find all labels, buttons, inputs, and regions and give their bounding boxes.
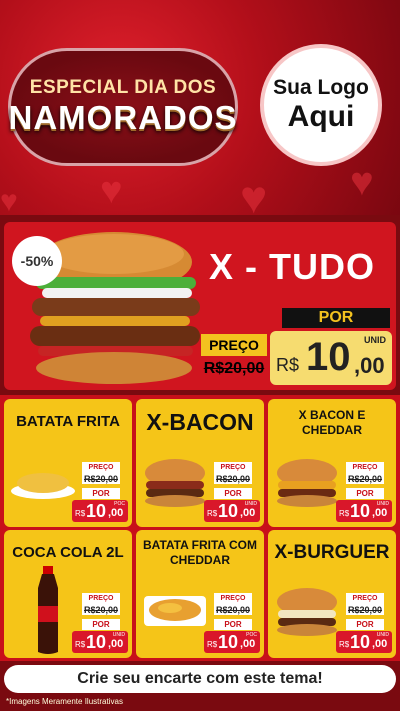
header-banner: ♥ ♥ ♥ ♥ ♥ ♥ ESPECIAL DIA DOS NAMORADOS S… (0, 0, 400, 215)
burger-image (277, 588, 337, 636)
heart-icon: ♥ (0, 185, 18, 215)
unit-label: UNID (376, 501, 389, 507)
preco-label: PREÇO (82, 593, 120, 604)
product-name: X-BACON (146, 409, 254, 435)
unit-label: POC (246, 632, 257, 638)
currency: R$ (207, 509, 218, 518)
featured-preco-label: PREÇO (201, 334, 267, 356)
currency: R$ (75, 640, 86, 649)
preco-label: PREÇO (346, 462, 384, 473)
old-price: R$20,00 (82, 604, 120, 615)
old-price: R$20,00 (82, 473, 120, 484)
product-card: BATATA FRITA PREÇO R$20,00 POR R$ 10 ,00… (4, 399, 132, 527)
unit-label: UNID (376, 632, 389, 638)
title-badge: ESPECIAL DIA DOS NAMORADOS (8, 48, 238, 166)
featured-product: -50% X - TUDO PREÇO R$20,00 POR R$ 10 ,0… (4, 222, 396, 390)
unit-label: UNID (364, 335, 386, 345)
old-price: R$20,00 (214, 473, 252, 484)
unit-label: UNID (112, 632, 125, 638)
price-decimal: ,00 (108, 507, 124, 519)
price-tag: R$ 10 ,00 POC (72, 500, 128, 522)
por-label: POR (82, 488, 120, 499)
price-integer: 10 (218, 632, 239, 652)
price-integer: 10 (86, 501, 107, 521)
discount-badge: -50% (12, 236, 62, 286)
price-integer: 10 (306, 335, 351, 379)
product-card: X BACON E CHEDDAR PREÇO R$20,00 POR R$ 1… (268, 399, 396, 527)
price-integer: 10 (350, 501, 371, 521)
preco-label: PREÇO (82, 462, 120, 473)
price-integer: 10 (86, 632, 107, 652)
unit-label: UNID (244, 501, 257, 507)
price-tag: R$ 10 ,00 UNID (336, 631, 392, 653)
product-name: BATATA FRITA COM CHEDDAR (143, 538, 257, 567)
price-decimal: ,00 (372, 638, 388, 650)
burger-image (277, 459, 337, 507)
currency: R$ (276, 355, 300, 375)
price-tag: R$ 10 ,00 UNID (336, 500, 392, 522)
preco-label: PREÇO (214, 593, 252, 604)
price-tag: R$ 10 ,00 UNID (204, 500, 260, 522)
currency: R$ (339, 509, 350, 518)
title-line2: NAMORADOS (8, 99, 238, 136)
por-label: POR (346, 488, 384, 499)
product-card: X-BURGUER PREÇO R$20,00 POR R$ 10 ,00 UN… (268, 530, 396, 658)
product-name: COCA COLA 2L (12, 544, 124, 561)
product-card: COCA COLA 2L PREÇO R$20,00 POR R$ 10 ,00… (4, 530, 132, 658)
heart-icon: ♥ (100, 170, 123, 212)
featured-price: R$ 10 ,00 UNID (270, 331, 392, 385)
soda-bottle-image (38, 566, 58, 654)
price-decimal: ,00 (240, 507, 256, 519)
featured-name: X - TUDO (209, 246, 375, 287)
old-price: R$20,00 (346, 473, 384, 484)
old-price: R$20,00 (214, 604, 252, 615)
por-label: POR (214, 619, 252, 630)
product-name: X-BURGUER (274, 542, 390, 563)
price-decimal: ,00 (108, 638, 124, 650)
price-tag: R$ 10 ,00 UNID (72, 631, 128, 653)
featured-old-price: R$20,00 (203, 360, 265, 377)
currency: R$ (207, 640, 218, 649)
currency: R$ (75, 509, 86, 518)
featured-por-label: POR (282, 308, 390, 328)
unit-label: POC (114, 501, 125, 507)
old-price: R$20,00 (346, 604, 384, 615)
preco-label: PREÇO (346, 593, 384, 604)
disclaimer-text: *Imagens Meramente Ilustrativas (6, 697, 123, 706)
product-card: BATATA FRITA COM CHEDDAR PREÇO R$20,00 P… (136, 530, 264, 658)
preco-label: PREÇO (214, 462, 252, 473)
product-name: X BACON E CHEDDAR (298, 408, 366, 437)
price-decimal: ,00 (372, 507, 388, 519)
price-tag: R$ 10 ,00 POC (204, 631, 260, 653)
por-label: POR (214, 488, 252, 499)
burger-image (145, 459, 205, 507)
product-grid: BATATA FRITA PREÇO R$20,00 POR R$ 10 ,00… (0, 395, 400, 661)
fries-image (11, 473, 75, 499)
logo-line1: Sua Logo (273, 76, 369, 99)
por-label: POR (346, 619, 384, 630)
heart-icon: ♥ (350, 160, 374, 204)
logo-placeholder: Sua Logo Aqui (260, 44, 382, 166)
currency: R$ (339, 640, 350, 649)
price-decimal: ,00 (240, 638, 256, 650)
por-label: POR (82, 619, 120, 630)
logo-line2: Aqui (287, 100, 355, 133)
price-decimal: ,00 (354, 353, 385, 378)
product-name: BATATA FRITA (16, 413, 120, 430)
cta-banner[interactable]: Crie seu encarte com este tema! (4, 665, 396, 693)
product-card: X-BACON PREÇO R$20,00 POR R$ 10 ,00 UNID (136, 399, 264, 527)
fries-cheddar-image (144, 596, 206, 626)
price-integer: 10 (218, 501, 239, 521)
title-line1: ESPECIAL DIA DOS (29, 77, 217, 98)
price-integer: 10 (350, 632, 371, 652)
heart-icon: ♥ (240, 171, 268, 215)
